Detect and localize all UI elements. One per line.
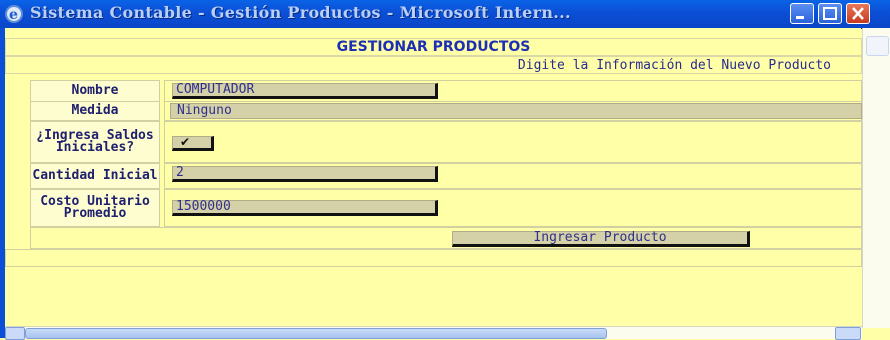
- scroll-right-button[interactable]: [835, 327, 861, 340]
- horizontal-scrollbar[interactable]: [5, 326, 862, 340]
- costo-input[interactable]: 1500000: [172, 200, 438, 216]
- vertical-scrollbar[interactable]: [862, 28, 890, 328]
- saldos-checkbox[interactable]: ✔: [172, 135, 214, 151]
- ie-icon: e: [5, 5, 23, 23]
- close-button[interactable]: [846, 3, 870, 24]
- scroll-left-button[interactable]: [5, 327, 25, 340]
- maximize-icon: [823, 7, 837, 20]
- minimize-icon: [796, 16, 804, 19]
- ingresar-producto-button[interactable]: Ingresar Producto: [452, 231, 750, 247]
- close-icon: [852, 7, 864, 20]
- medida-select[interactable]: Ninguno: [170, 103, 862, 119]
- form-header: GESTIONAR PRODUCTOS: [5, 38, 862, 56]
- medida-label: Medida: [30, 101, 160, 121]
- saldos-label: ¿Ingresa Saldos Iniciales?: [30, 121, 160, 163]
- page-title: GESTIONAR PRODUCTOS: [336, 39, 531, 55]
- minimize-button[interactable]: [790, 3, 814, 24]
- footer-row: [5, 249, 862, 267]
- svg-text:e: e: [9, 7, 18, 23]
- saldos-cell: [164, 121, 862, 163]
- nombre-input[interactable]: COMPUTADOR: [172, 83, 438, 99]
- form-subheader: Digite la Información del Nuevo Producto: [5, 56, 862, 74]
- window-titlebar: e Sistema Contable - Gestión Productos -…: [0, 0, 890, 29]
- checkmark-icon: ✔: [180, 135, 191, 149]
- nombre-label: Nombre: [30, 80, 160, 102]
- costo-label: Costo Unitario Promedio: [30, 189, 160, 227]
- maximize-button[interactable]: [818, 3, 842, 24]
- window-title: Sistema Contable - Gestión Productos - M…: [30, 3, 571, 22]
- horizontal-scroll-thumb[interactable]: [25, 328, 607, 339]
- form-instructions: Digite la Información del Nuevo Producto: [517, 58, 831, 73]
- cantidad-label: Cantidad Inicial: [30, 163, 160, 189]
- scroll-up-button[interactable]: [866, 36, 889, 56]
- cantidad-input[interactable]: 2: [172, 166, 438, 182]
